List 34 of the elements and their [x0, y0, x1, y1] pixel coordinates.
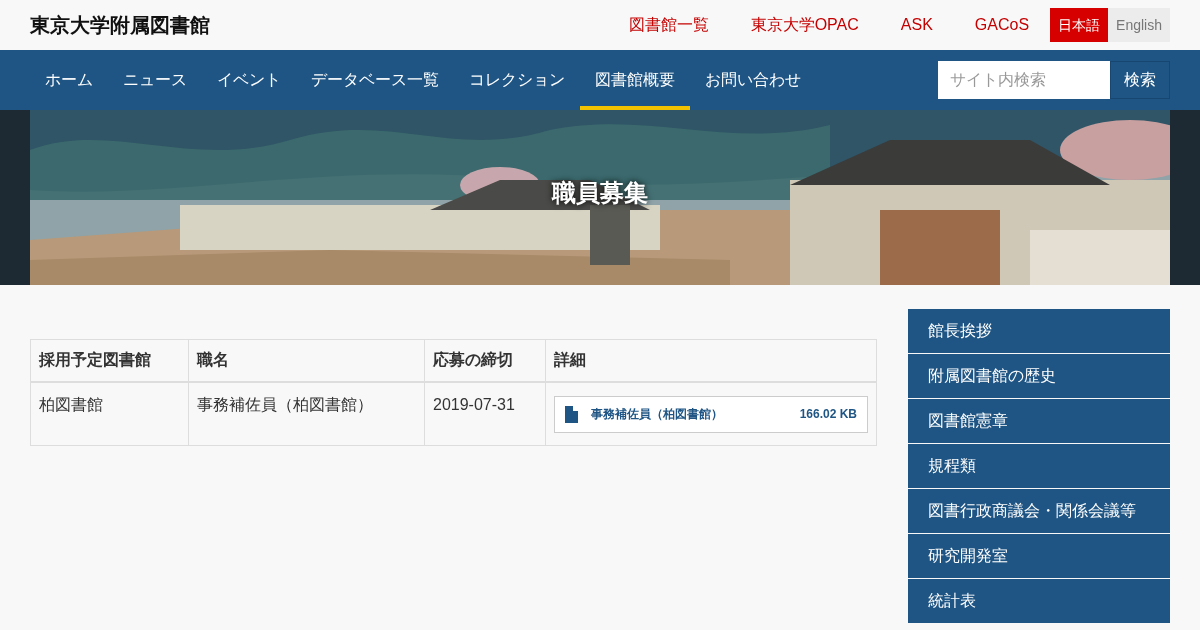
sidebar-item[interactable]: 附属図書館の歴史 [908, 354, 1170, 398]
nav-tab[interactable]: コレクション [454, 50, 580, 110]
header-link[interactable]: 東京大学OPAC [729, 13, 880, 37]
sidebar-item[interactable]: 研究開発室 [908, 534, 1170, 578]
nav-tab[interactable]: ホーム [30, 50, 108, 110]
table-cell: 柏図書館 [30, 381, 189, 446]
column-header: 応募の締切 [424, 339, 546, 382]
header-link[interactable]: ASK [879, 13, 954, 37]
nav-tab[interactable]: お問い合わせ [690, 50, 816, 110]
nav-tab[interactable]: イベント [202, 50, 296, 110]
sidebar-item[interactable]: 規程類 [908, 444, 1170, 488]
sidebar-item[interactable]: 図書館憲章 [908, 399, 1170, 443]
file-name: 事務補佐員（柏図書館） [591, 406, 723, 423]
column-header: 詳細 [545, 339, 877, 382]
search-button[interactable]: 検索 [1110, 61, 1170, 99]
sidebar-item[interactable]: 館長挨拶 [908, 309, 1170, 353]
file-size: 166.02 KB [799, 406, 857, 423]
column-header: 採用予定図書館 [30, 339, 189, 382]
search-field[interactable]: サイト内検索 [938, 61, 1110, 99]
file-link[interactable]: 事務補佐員（柏図書館） 166.02 KB [554, 395, 868, 433]
language-tab[interactable]: 日本語 [1050, 8, 1109, 42]
nav-tab[interactable]: ニュース [108, 50, 202, 110]
site-title[interactable]: 東京大学附属図書館 [30, 10, 210, 40]
column-header: 職名 [188, 339, 425, 382]
sidebar-item[interactable]: 統計表 [908, 579, 1170, 623]
header-link[interactable]: 図書館一覧 [607, 13, 730, 37]
document-icon [565, 405, 578, 423]
nav-tab[interactable]: データベース一覧 [296, 50, 454, 110]
table-cell: 事務補佐員（柏図書館） [188, 381, 425, 446]
page-title: 職員募集 [552, 177, 648, 208]
language-tab[interactable]: English [1108, 8, 1170, 42]
sidebar-item[interactable]: 図書行政商議会・関係会議等 [908, 489, 1170, 533]
table-cell: 2019-07-31 [424, 381, 546, 446]
header-link[interactable]: GACoS [953, 13, 1051, 37]
